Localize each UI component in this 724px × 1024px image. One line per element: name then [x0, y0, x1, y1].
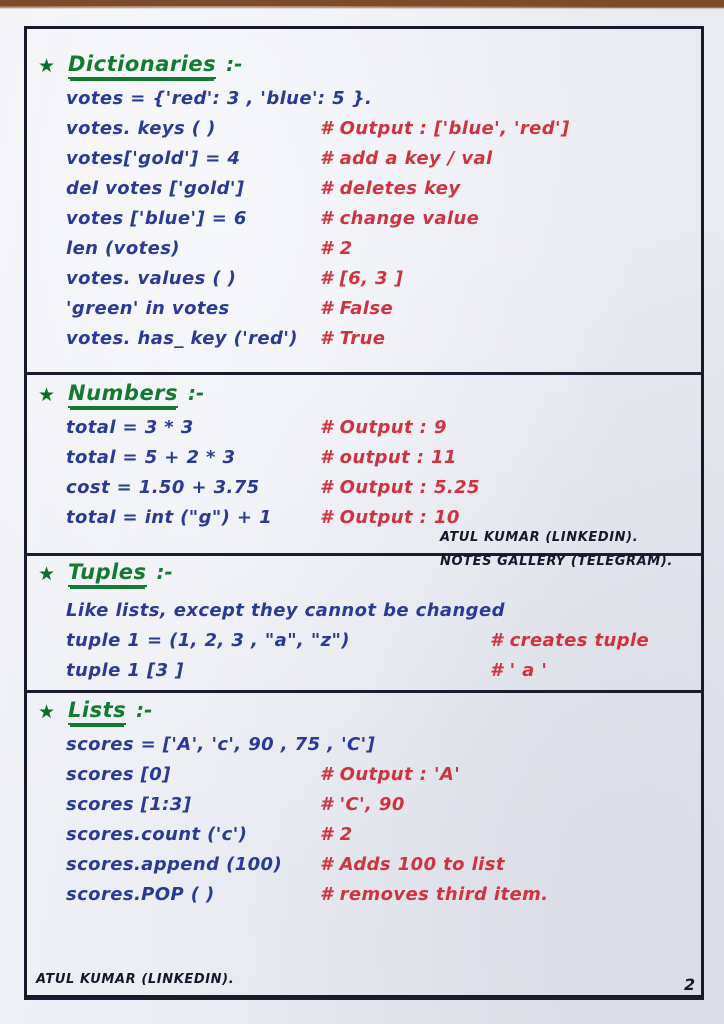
code-text: del votes ['gold'] — [66, 178, 245, 199]
section-divider-lists — [24, 690, 704, 693]
code-line: tuple 1 = (1, 2, 3 , "a", "z") # creates… — [30, 630, 700, 660]
section-colon: :- — [156, 560, 173, 584]
code-text: 'green' in votes — [66, 298, 230, 319]
code-text: len (votes) — [66, 238, 180, 259]
code-text: total = 3 * 3 — [66, 417, 194, 438]
section-divider-numbers — [24, 372, 704, 375]
code-line: scores = ['A', 'c', 90 , 75 , 'C'] — [30, 734, 700, 764]
notebook-page-photo: ★ Dictionaries :- votes = {'red': 3 , 'b… — [0, 0, 724, 1024]
code-line: cost = 1.50 + 3.75 # Output : 5.25 — [30, 477, 700, 507]
comment-text: # creates tuple — [490, 630, 650, 651]
comment-text: # Output : 5.25 — [320, 477, 480, 498]
code-text: total = 5 + 2 * 3 — [66, 447, 236, 468]
comment-text: # Output : ['blue', 'red'] — [320, 118, 570, 139]
code-line: 'green' in votes # False — [30, 298, 700, 328]
code-line: votes. keys ( ) # Output : ['blue', 'red… — [30, 118, 700, 148]
code-text: votes['gold'] = 4 — [66, 148, 241, 169]
code-line: votes['gold'] = 4 # add a key / val — [30, 148, 700, 178]
code-line: scores.append (100) # Adds 100 to list — [30, 854, 700, 884]
code-line: scores [0] # Output : 'A' — [30, 764, 700, 794]
page-number: 2 — [684, 975, 696, 994]
code-line: total = 5 + 2 * 3 # output : 11 — [30, 447, 700, 477]
code-line: votes. values ( ) # [6, 3 ] — [30, 268, 700, 298]
comment-text: # True — [320, 328, 386, 349]
section-heading-numbers: ★ Numbers :- — [38, 381, 700, 411]
code-text: votes. keys ( ) — [66, 118, 216, 139]
comment-text: # ' a ' — [490, 660, 548, 681]
signature-linkedin: ATUL KUMAR (LINKEDIN). — [440, 530, 639, 545]
section-heading-dictionaries: ★ Dictionaries :- — [38, 52, 700, 82]
code-line: scores.count ('c') # 2 — [30, 824, 700, 854]
star-bullet-icon: ★ — [38, 563, 56, 585]
code-line: scores.POP ( ) # removes third item. — [30, 884, 700, 914]
code-line: votes = {'red': 3 , 'blue': 5 }. — [30, 88, 700, 118]
comment-text: # Output : 10 — [320, 507, 460, 528]
code-line: del votes ['gold'] # deletes key — [30, 178, 700, 208]
code-text: scores.POP ( ) — [66, 884, 215, 905]
code-line: len (votes) # 2 — [30, 238, 700, 268]
code-text: scores [1:3] — [66, 794, 192, 815]
comment-text: # [6, 3 ] — [320, 268, 404, 289]
comment-text: # Output : 'A' — [320, 764, 461, 785]
code-line: scores [1:3] # 'C', 90 — [30, 794, 700, 824]
code-text: scores.count ('c') — [66, 824, 248, 845]
code-text: votes = {'red': 3 , 'blue': 5 }. — [66, 88, 373, 109]
comment-text: # 2 — [320, 824, 353, 845]
section-title: Tuples — [68, 560, 147, 587]
star-bullet-icon: ★ — [38, 701, 56, 723]
section-heading-lists: ★ Lists :- — [38, 698, 700, 728]
code-line: votes ['blue'] = 6 # change value — [30, 208, 700, 238]
comment-text: # Adds 100 to list — [320, 854, 505, 875]
code-line: votes. has_ key ('red') # True — [30, 328, 700, 358]
code-lines-lists: scores = ['A', 'c', 90 , 75 , 'C'] score… — [30, 734, 700, 914]
code-line: total = 3 * 3 # Output : 9 — [30, 417, 700, 447]
section-colon: :- — [136, 698, 153, 722]
tuples-description: Like lists, except they cannot be change… — [66, 600, 505, 621]
code-text: tuple 1 [3 ] — [66, 660, 184, 681]
code-text: votes. has_ key ('red') — [66, 328, 298, 349]
section-colon: :- — [226, 52, 243, 76]
comment-text: # deletes key — [320, 178, 461, 199]
star-bullet-icon: ★ — [38, 55, 56, 77]
code-lines-tuples: Like lists, except they cannot be change… — [30, 600, 700, 690]
comment-text: # 'C', 90 — [320, 794, 405, 815]
comment-text: # output : 11 — [320, 447, 457, 468]
star-bullet-icon: ★ — [38, 384, 56, 406]
code-text: total = int ("g") + 1 — [66, 507, 272, 528]
code-text: tuple 1 = (1, 2, 3 , "a", "z") — [66, 630, 350, 651]
section-title: Lists — [68, 698, 127, 725]
code-line: tuple 1 [3 ] # ' a ' — [30, 660, 700, 690]
section-numbers: ★ Numbers :- total = 3 * 3 # Output : 9 … — [30, 381, 700, 537]
code-text: scores = ['A', 'c', 90 , 75 , 'C'] — [66, 734, 376, 755]
section-lists: ★ Lists :- scores = ['A', 'c', 90 , 75 ,… — [30, 698, 700, 914]
code-lines-numbers: total = 3 * 3 # Output : 9 total = 5 + 2… — [30, 417, 700, 537]
code-text: votes. values ( ) — [66, 268, 237, 289]
comment-text: # False — [320, 298, 394, 319]
code-text: scores.append (100) — [66, 854, 283, 875]
section-divider-footer — [24, 997, 704, 1000]
code-text: cost = 1.50 + 3.75 — [66, 477, 260, 498]
section-dictionaries: ★ Dictionaries :- votes = {'red': 3 , 'b… — [30, 52, 700, 358]
code-text: scores [0] — [66, 764, 171, 785]
section-title: Dictionaries — [68, 52, 217, 79]
footer-signature: ATUL KUMAR (LINKEDIN). — [36, 972, 235, 987]
comment-text: # 2 — [320, 238, 353, 259]
section-tuples: ★ Tuples :- Like lists, except they cann… — [30, 560, 700, 690]
section-title: Numbers — [68, 381, 179, 408]
section-heading-tuples: ★ Tuples :- — [38, 560, 700, 590]
comment-text: # Output : 9 — [320, 417, 447, 438]
comment-text: # removes third item. — [320, 884, 549, 905]
section-colon: :- — [188, 381, 205, 405]
comment-text: # add a key / val — [320, 148, 493, 169]
code-text: votes ['blue'] = 6 — [66, 208, 247, 229]
code-lines-dictionaries: votes = {'red': 3 , 'blue': 5 }. votes. … — [30, 88, 700, 358]
comment-text: # change value — [320, 208, 480, 229]
